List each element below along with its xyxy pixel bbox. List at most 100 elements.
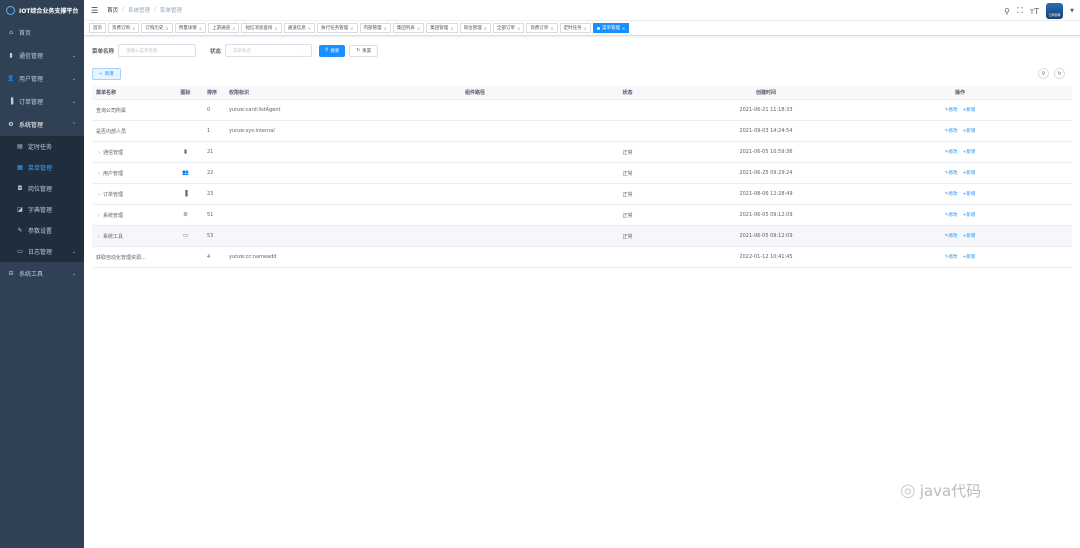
breadcrumb-item[interactable]: 首页 xyxy=(107,6,118,14)
close-icon[interactable]: × xyxy=(308,26,311,31)
add-child-button[interactable]: +新增 xyxy=(963,191,976,197)
add-child-button[interactable]: +新增 xyxy=(963,254,976,260)
cell-menu-name: › 系统管理 xyxy=(92,212,170,219)
tag-item[interactable]: 通道信息 × xyxy=(283,23,316,33)
add-child-button[interactable]: +新增 xyxy=(963,170,976,176)
font-size-icon[interactable]: тT xyxy=(1030,7,1040,16)
close-icon[interactable]: × xyxy=(350,26,353,31)
menu-table: 菜单名称 图标 排序 权限标识 组件路径 状态 创建时间 操作 查询公司所属 0 y… xyxy=(92,86,1072,268)
reset-button[interactable]: ↻ 重置 xyxy=(349,44,379,57)
tag-item[interactable]: 首页 xyxy=(89,23,106,33)
close-icon[interactable]: × xyxy=(232,26,235,31)
table-row[interactable]: › 用户管理 👥 22 正常 2021-06-25 09:29:24 ✎修改 +新增 xyxy=(92,163,1072,184)
add-child-button[interactable]: +新增 xyxy=(963,128,976,134)
edit-button[interactable]: ✎修改 xyxy=(945,254,958,260)
close-icon[interactable]: × xyxy=(199,26,202,31)
sidebar-item-dictionary[interactable]: ◪ 字典管理 xyxy=(0,199,84,220)
add-child-button[interactable]: +新增 xyxy=(963,149,976,155)
edit-button[interactable]: ✎修改 xyxy=(945,212,958,218)
sidebar-item-params[interactable]: ✎ 参数设置 xyxy=(0,220,84,241)
edit-button[interactable]: ✎修改 xyxy=(945,170,958,176)
close-icon[interactable]: × xyxy=(584,26,587,31)
status-select[interactable]: 菜单状态 ⌄ xyxy=(225,44,313,57)
refresh-button[interactable]: ↻ xyxy=(1054,68,1065,79)
edit-button[interactable]: ✎修改 xyxy=(945,149,958,155)
hamburger-icon[interactable]: ☰ xyxy=(91,6,98,15)
table-row[interactable]: 获取自动化管理资源... 4 yunze:cc:nameadd 2022-01-12 … xyxy=(92,247,1072,268)
add-child-button[interactable]: +新增 xyxy=(963,233,976,239)
fullscreen-icon[interactable]: ⛶ xyxy=(1017,6,1023,16)
table-row[interactable]: › 系统管理 ⚙ 51 正常 2021-06-05 09:12:09 ✎修改 +新增 xyxy=(92,205,1072,226)
expand-icon[interactable]: › xyxy=(98,192,100,198)
tag-item[interactable]: 执行任务管理 × xyxy=(317,23,358,33)
edit-button[interactable]: ✎修改 xyxy=(945,107,958,113)
edit-button[interactable]: ✎修改 xyxy=(945,191,958,197)
add-child-button[interactable]: +新增 xyxy=(963,107,976,113)
tag-item[interactable]: 定时任务 × xyxy=(559,23,592,33)
app-logo[interactable]: IOT综合业务支撑平台 xyxy=(0,0,84,21)
expand-icon[interactable]: › xyxy=(98,150,100,156)
tag-item[interactable]: 资费订购 × xyxy=(108,23,140,33)
table-row[interactable]: › 通信管理 ▮ 21 正常 2021-06-05 10:59:36 ✎修改 +新增 xyxy=(92,142,1072,163)
sidebar-item-menu-management[interactable]: ▦ 菜单管理 xyxy=(0,157,84,178)
cell-order: 1 xyxy=(207,128,211,134)
edit-button[interactable]: ✎修改 xyxy=(945,128,958,134)
add-button[interactable]: + 新增 xyxy=(92,68,121,80)
table-row[interactable]: › 系统工具 ▭ 53 正常 2021-06-05 09:12:09 ✎修改 +新增 xyxy=(92,226,1072,247)
sidebar-item-orders[interactable]: ▐ 订单管理 ⌄ xyxy=(0,90,84,113)
cell-operations: ✎修改 +新增 xyxy=(808,170,1072,176)
search-button[interactable]: ⚲ 搜索 xyxy=(319,44,346,57)
caret-down-icon[interactable]: ▼ xyxy=(1070,8,1074,14)
close-icon[interactable]: × xyxy=(450,26,453,31)
menu-name-text: 通信管理 xyxy=(103,149,124,156)
tag-item[interactable]: 岗位管理 × xyxy=(459,23,491,33)
sidebar-item-communication[interactable]: ▮ 通信管理 ⌄ xyxy=(0,44,84,67)
close-icon[interactable]: × xyxy=(622,26,625,31)
cell-permission: yunze:card:listAgent xyxy=(229,107,281,113)
search-button-label: 搜索 xyxy=(330,48,340,54)
cell-order: 23 xyxy=(207,191,214,197)
tag-item[interactable]: 全部订单 × xyxy=(492,23,525,33)
sidebar-item-positions[interactable]: ◘ 岗位管理 xyxy=(0,178,84,199)
avatar[interactable]: 云网智联 xyxy=(1046,3,1064,19)
edit-button[interactable]: ✎修改 xyxy=(945,233,958,239)
sidebar-item-tools[interactable]: ⊟ 系统工具 ⌄ xyxy=(0,262,84,285)
close-icon[interactable]: × xyxy=(417,26,420,31)
tag-item[interactable]: 集团列表 × xyxy=(392,23,425,33)
close-icon[interactable]: × xyxy=(484,26,487,31)
search-toggle-button[interactable]: ⚲ xyxy=(1038,68,1049,79)
tag-item[interactable]: 上游通道 × xyxy=(208,23,240,33)
close-icon[interactable]: × xyxy=(132,26,135,31)
sidebar-item-system[interactable]: ⚙ 系统管理 ⌃ xyxy=(0,113,84,136)
sidebar-item-users[interactable]: 👤 用户管理 ⌄ xyxy=(0,67,84,90)
menu-name-input[interactable]: 请输入菜单名称 xyxy=(118,44,197,57)
close-icon[interactable]: × xyxy=(550,26,553,31)
active-dot-icon xyxy=(597,26,601,30)
tag-item[interactable]: 订购历史 × xyxy=(141,23,173,33)
close-icon[interactable]: × xyxy=(274,26,277,31)
add-child-button[interactable]: +新增 xyxy=(963,212,976,218)
tag-item[interactable]: 资费订单 × xyxy=(526,23,558,33)
table-row[interactable]: 是否内部人员 1 yunze:sys:internal 2021-09-03 14:2… xyxy=(92,121,1072,142)
expand-icon[interactable]: › xyxy=(98,213,100,219)
header-order: 排序 xyxy=(207,90,218,96)
sidebar-item-scheduled-tasks[interactable]: ▤ 定时任务 xyxy=(0,136,84,157)
log-icon: ▭ xyxy=(17,248,23,255)
search-icon[interactable]: ⚲ xyxy=(1004,7,1010,16)
tag-item[interactable]: 短信消息查询 × xyxy=(241,23,282,33)
close-icon[interactable]: × xyxy=(517,26,520,31)
table-row[interactable]: 查询公司所属 0 yunze:card:listAgent 2021-06-21 11… xyxy=(92,100,1072,121)
expand-icon[interactable]: › xyxy=(98,234,100,240)
sidebar-item-label: 定时任务 xyxy=(28,144,53,151)
table-row[interactable]: › 订单管理 ▐ 23 正常 2021-08-06 12:28:49 ✎修改 +新增 xyxy=(92,184,1072,205)
expand-icon[interactable]: › xyxy=(98,171,100,177)
close-icon[interactable]: × xyxy=(384,26,387,31)
tag-item-active[interactable]: 菜单管理 × xyxy=(593,23,630,33)
tag-item[interactable]: 内部管理 × xyxy=(359,23,391,33)
add-label: 新增 xyxy=(966,213,976,218)
sidebar-item-home[interactable]: ⌂ 首页 xyxy=(0,21,84,44)
tag-item[interactable]: 集团管理 × xyxy=(426,23,458,33)
sidebar-item-logs[interactable]: ▭ 日志管理 ⌄ xyxy=(0,241,84,262)
close-icon[interactable]: × xyxy=(165,26,168,31)
tag-item[interactable]: 用量详情 × xyxy=(174,23,207,33)
